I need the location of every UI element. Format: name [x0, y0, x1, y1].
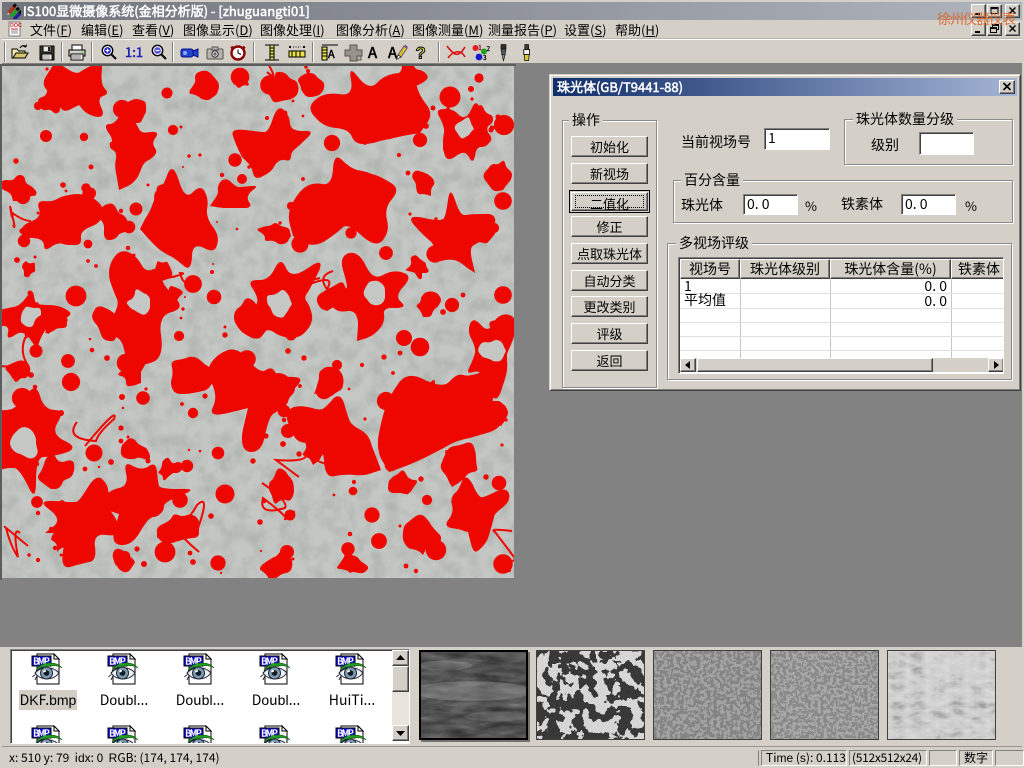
- svg-text:1:1: 1:1: [125, 43, 143, 61]
- svg-text:?: ?: [416, 43, 426, 62]
- svg-text:A: A: [367, 43, 378, 62]
- svg-text:DOC: DOC: [10, 21, 22, 29]
- svg-text:3: 3: [483, 52, 487, 62]
- svg-text:1: 1: [478, 43, 482, 53]
- svg-text:A: A: [327, 46, 335, 62]
- svg-text:2: 2: [487, 43, 491, 53]
